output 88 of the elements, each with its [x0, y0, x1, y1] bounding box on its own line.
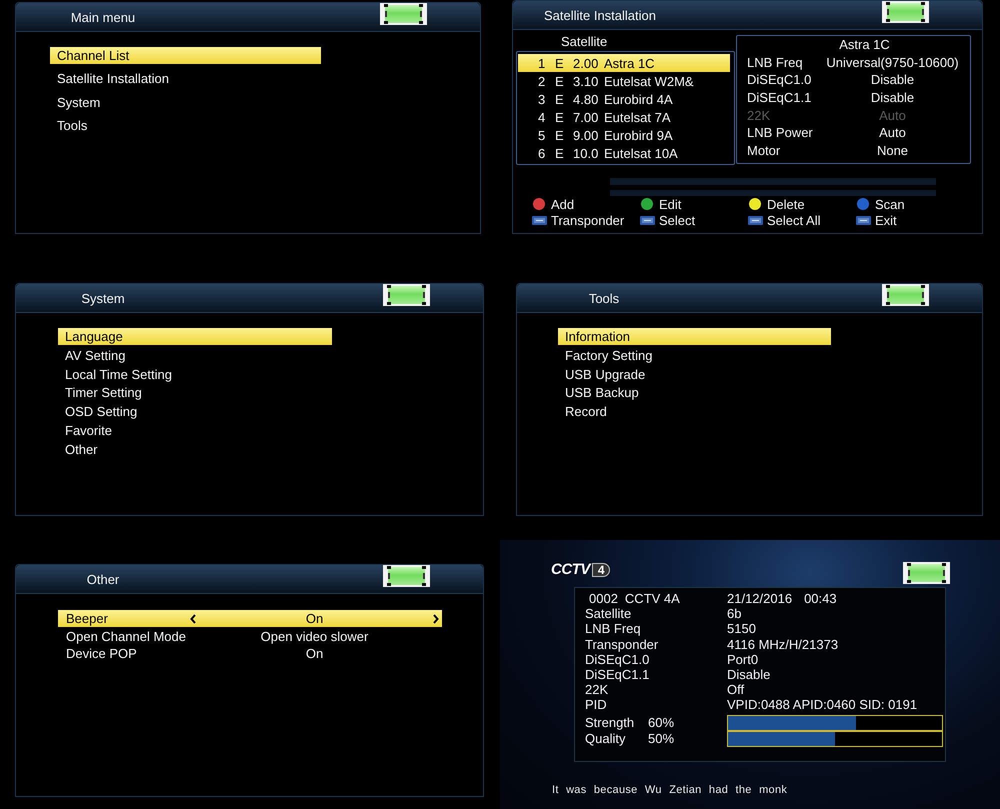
chevron-left-icon — [190, 614, 196, 624]
panel-title: Tools — [588, 290, 620, 306]
battery-icon — [882, 1, 929, 23]
menu-item[interactable]: USB Upgrade — [558, 366, 831, 383]
menu-item[interactable]: Record — [558, 403, 831, 420]
menu-item[interactable]: Channel List — [50, 47, 321, 64]
menu-item[interactable]: Satellite Installation — [50, 70, 321, 88]
remote-key-icon — [532, 216, 546, 224]
satellite-row[interactable]: 4 E 7.00 Eutelsat 7A — [518, 108, 730, 126]
setting-value: Disable — [870, 90, 914, 106]
setting-value: Auto — [879, 108, 906, 123]
info-value: VPID:0488 APID:0460 SID: 0191 — [727, 697, 918, 713]
setting-row[interactable]: Beeper On — [58, 610, 442, 627]
info-value: Off — [727, 682, 744, 698]
legend-label: Delete — [767, 196, 805, 212]
menu-item[interactable]: Other — [58, 440, 332, 458]
remote-key-icon — [640, 216, 654, 224]
menu-item[interactable]: OSD Setting — [58, 403, 332, 420]
channel-number: 0002 — [589, 591, 618, 606]
battery-icon — [383, 565, 430, 587]
panel-title: Main menu — [70, 10, 136, 24]
menu-item[interactable]: System — [50, 94, 321, 111]
setting-label: DiSEqC1.1 — [747, 90, 812, 106]
info-label: 22K — [585, 682, 608, 698]
setting-value: None — [876, 142, 908, 158]
legend-label: Transponder — [551, 212, 624, 228]
legend-label: Add — [551, 196, 574, 212]
satellite-row[interactable]: 5 E 9.00 Eurobird 9A — [518, 126, 730, 144]
panel-title: Other — [86, 572, 120, 586]
info-label: DiSEqC1.0 — [585, 652, 650, 667]
battery-icon — [882, 284, 929, 306]
menu-item[interactable]: USB Backup — [558, 384, 831, 402]
info-label: PID — [585, 697, 607, 712]
meter-reading: 60% — [648, 715, 674, 730]
remote-key-icon — [856, 216, 870, 224]
subtitle-text: It was because Wu Zetian had the monk — [552, 784, 788, 797]
info-label: LNB Freq — [585, 621, 641, 636]
menu-item[interactable]: Factory Setting — [558, 346, 831, 364]
setting-label: LNB Power — [747, 125, 813, 140]
info-value: Disable — [727, 666, 770, 682]
info-label: DiSEqC1.1 — [585, 666, 650, 682]
setting-row[interactable]: Device POP On — [58, 645, 442, 662]
info-label: Transponder — [585, 636, 658, 652]
info-time: 00:43 — [804, 591, 837, 606]
panel-title: Satellite Installation — [544, 8, 656, 22]
battery-icon — [903, 562, 950, 584]
info-date: 21/12/2016 — [727, 591, 792, 606]
info-value: Port0 — [727, 652, 758, 667]
details-title: Astra 1C — [839, 37, 890, 52]
battery-icon — [380, 3, 427, 25]
channel-name: CCTV 4A — [624, 591, 680, 606]
remote-key-icon — [748, 216, 762, 224]
panel-title: System — [81, 290, 125, 306]
setting-label: DiSEqC1.0 — [747, 72, 812, 88]
setting-label: LNB Freq — [747, 54, 803, 70]
channel-logo: CCTV 4 — [551, 562, 610, 577]
legend-label: Edit — [659, 196, 682, 212]
info-value: 4116 MHz/H/21373 — [727, 636, 838, 652]
setting-value: Auto — [879, 125, 906, 140]
menu-item[interactable]: AV Setting — [58, 346, 332, 364]
satellite-row[interactable]: 2 E 3.10 Eutelsat W2M& — [518, 72, 730, 90]
setting-value: Disable — [870, 72, 914, 88]
legend-label: Scan — [875, 196, 905, 212]
menu-item[interactable]: Language — [58, 328, 332, 345]
meter-label: Quality — [585, 731, 626, 746]
meter-label: Strength — [585, 715, 634, 730]
menu-item[interactable]: Local Time Setting — [58, 366, 332, 383]
legend-label: Select All — [767, 212, 820, 228]
info-value: 6b — [727, 606, 742, 622]
list-heading: Satellite — [561, 35, 608, 48]
menu-item[interactable]: Favorite — [58, 422, 332, 439]
meter-reading: 50% — [648, 731, 674, 746]
legend-label: Exit — [875, 212, 897, 228]
menu-item[interactable]: Timer Setting — [58, 384, 332, 402]
legend-label: Select — [659, 212, 696, 228]
menu-item[interactable]: Information — [558, 328, 831, 345]
setting-label: 22K — [747, 108, 770, 123]
satellite-row[interactable]: 3 E 4.80 Eurobird 4A — [518, 90, 730, 108]
info-label: Satellite — [585, 606, 632, 622]
satellite-row[interactable]: 6 E 10.0 Eutelsat 10A — [518, 144, 730, 162]
chevron-right-icon — [433, 614, 439, 624]
info-value: 5150 — [727, 621, 756, 637]
setting-value: Universal(9750-10600) — [826, 54, 959, 70]
battery-icon — [383, 284, 430, 306]
setting-label: Motor — [747, 142, 780, 158]
satellite-row[interactable]: 1 E 2.00 Astra 1C — [518, 54, 730, 72]
setting-row[interactable]: Open Channel Mode Open video slower — [58, 628, 442, 645]
menu-item[interactable]: Tools — [50, 116, 321, 134]
